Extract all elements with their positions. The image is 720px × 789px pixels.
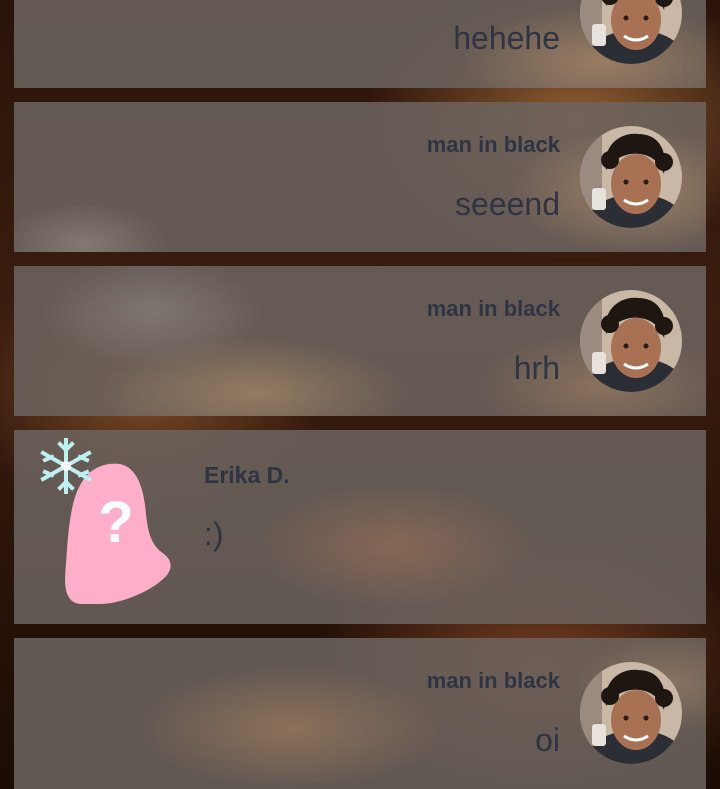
chat-screen: hehehe man in black seeend man in black …: [0, 0, 720, 789]
snowflake-icon: [40, 438, 92, 494]
message-card[interactable]: hehehe: [14, 0, 706, 88]
sender-name: man in black: [426, 296, 560, 321]
user-photo-avatar[interactable]: [580, 0, 682, 64]
message-card[interactable]: man in black oi: [14, 638, 706, 789]
sender-name: Erika D.: [204, 462, 290, 488]
sender-name: man in black: [426, 132, 560, 157]
message-card[interactable]: man in black hrh: [14, 266, 706, 416]
message-card[interactable]: ? Erika D. :): [14, 430, 706, 624]
message-text: hehehe: [453, 20, 560, 56]
user-photo-avatar[interactable]: [580, 290, 682, 392]
unknown-user-avatar[interactable]: ?: [34, 434, 184, 604]
message-text: hrh: [513, 350, 560, 386]
message-card[interactable]: man in black seeend: [14, 102, 706, 252]
message-text: oi: [535, 722, 560, 758]
message-text: seeend: [455, 186, 560, 222]
svg-text:?: ?: [98, 490, 133, 555]
user-photo-avatar[interactable]: [580, 126, 682, 228]
message-text: :): [204, 516, 224, 552]
sender-name: man in black: [426, 668, 560, 693]
user-photo-avatar[interactable]: [580, 662, 682, 764]
